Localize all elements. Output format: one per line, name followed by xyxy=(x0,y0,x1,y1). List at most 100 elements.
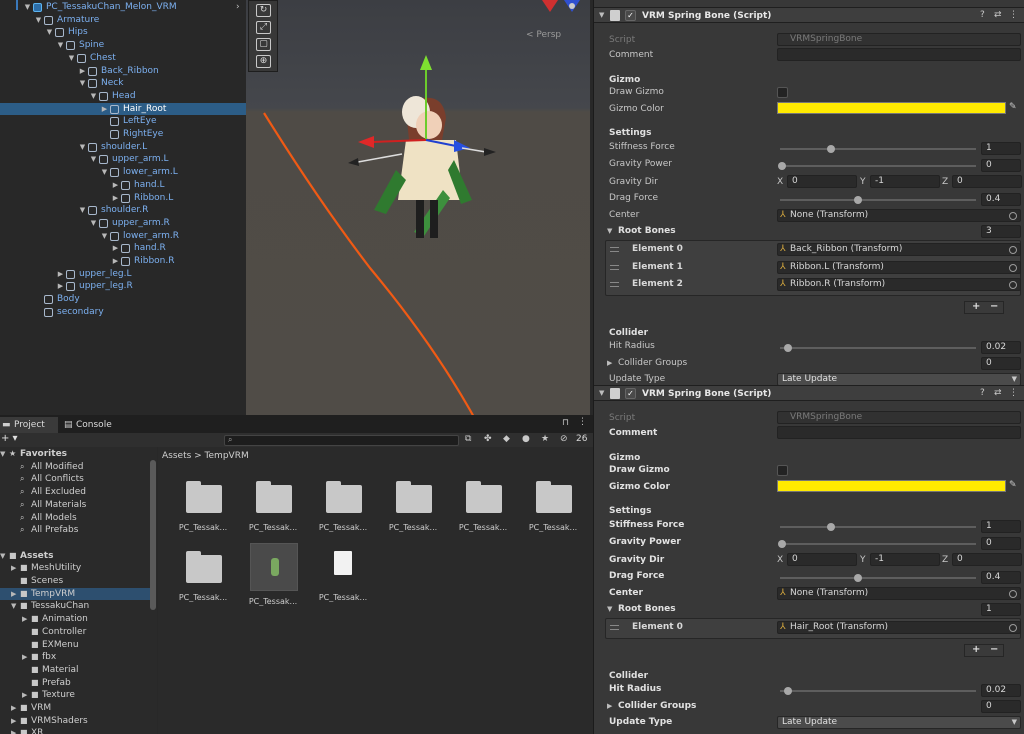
gizmo-color-field[interactable] xyxy=(777,102,1006,114)
hidden-packages-icon[interactable]: ⊘ xyxy=(560,434,568,444)
menu-icon[interactable]: ⋮ xyxy=(1009,388,1018,398)
gravity-dir-x-input[interactable]: 0 xyxy=(787,175,857,188)
slider-handle[interactable] xyxy=(854,574,863,582)
tab-project[interactable]: ▬ Project xyxy=(0,417,58,433)
collapse-arrow-icon[interactable]: ▶ xyxy=(11,588,16,601)
gravity-dir-z-input[interactable]: 0 xyxy=(952,175,1022,188)
collider-groups-size-input[interactable]: 0 xyxy=(981,699,1021,713)
project-tree-item[interactable]: ▼ ■ Assets xyxy=(0,550,150,563)
component-header[interactable]: ▼ ✓ VRM Spring Bone (Script)? ⇄ ⋮ xyxy=(594,7,1024,23)
object-picker-icon[interactable] xyxy=(1009,590,1017,598)
gravity-power-input[interactable]: 0 xyxy=(981,159,1021,172)
slider-handle[interactable] xyxy=(827,523,835,531)
star-icon[interactable]: ★ xyxy=(541,434,549,444)
help-icon[interactable]: ? xyxy=(980,10,985,20)
collapse-arrow-icon[interactable]: ▼ xyxy=(599,389,604,397)
preset-icon[interactable]: ⇄ xyxy=(994,10,1002,20)
drag-handle-icon[interactable] xyxy=(610,264,619,270)
project-tree-item[interactable]: ■ EXMenu xyxy=(0,639,150,652)
drag-force-slider[interactable] xyxy=(780,574,976,582)
expand-arrow-icon[interactable]: ▼ xyxy=(0,550,5,563)
gizmo-color-field[interactable] xyxy=(777,480,1006,492)
asset-item[interactable]: PC_Tessak... xyxy=(310,547,376,613)
component-header[interactable]: ▼ ✓ VRM Spring Bone (Script)? ⇄ ⋮ xyxy=(594,385,1024,401)
asset-item[interactable]: PC_Tessak... xyxy=(450,477,516,543)
gravity-dir-x-input[interactable]: 0 xyxy=(787,553,857,566)
collider-groups-arrow-icon[interactable]: ▶ xyxy=(607,702,612,710)
add-element-button[interactable]: + xyxy=(972,644,980,655)
collapse-arrow-icon[interactable]: ▶ xyxy=(11,715,16,728)
object-picker-icon[interactable] xyxy=(1009,246,1017,254)
expand-arrow-icon[interactable]: ▼ xyxy=(0,448,5,461)
project-tree-item[interactable]: ▶ ■ TempVRM xyxy=(0,587,150,601)
collider-groups-arrow-icon[interactable]: ▶ xyxy=(607,359,612,367)
remove-element-button[interactable]: − xyxy=(990,301,998,312)
update-type-dropdown[interactable]: Late Update xyxy=(777,715,1021,729)
object-picker-icon[interactable] xyxy=(1009,263,1017,272)
asset-item[interactable]: PC_Tessak... xyxy=(310,477,376,543)
menu-icon[interactable]: ⋮ xyxy=(1009,10,1018,20)
add-button[interactable]: + ▾ xyxy=(1,433,18,444)
collapse-arrow-icon[interactable]: ▶ xyxy=(22,613,27,626)
element-field[interactable]: ⅄ Ribbon.L (Transform) xyxy=(777,260,1021,274)
project-tree-item[interactable]: ▶ ■ Texture xyxy=(0,689,150,702)
root-bones-arrow-icon[interactable]: ▼ xyxy=(607,227,612,235)
hit-radius-input[interactable]: 0.02 xyxy=(981,340,1021,354)
slider-handle[interactable] xyxy=(783,686,792,695)
info-icon[interactable]: ● xyxy=(522,434,530,444)
eyedropper-icon[interactable]: ✎ xyxy=(1009,480,1017,490)
gravity-power-slider[interactable] xyxy=(778,162,976,170)
filter-type-icon[interactable]: ⧉ xyxy=(465,434,471,444)
drag-handle-icon[interactable] xyxy=(610,625,619,630)
asset-item[interactable]: PC_Tessak... xyxy=(170,547,236,613)
slider-handle[interactable] xyxy=(854,196,863,204)
project-tree-item[interactable]: ⌕ All Modified xyxy=(0,461,150,474)
project-tree-item[interactable]: ▶ ■ XR xyxy=(0,727,150,734)
project-tree-item[interactable]: ▶ ■ Animation xyxy=(0,613,150,626)
project-tree-item[interactable]: ⌕ All Materials xyxy=(0,499,150,512)
collapse-arrow-icon[interactable]: ▶ xyxy=(22,689,27,702)
object-picker-icon[interactable] xyxy=(1009,624,1017,632)
gravity-power-slider[interactable] xyxy=(778,540,976,548)
drag-handle-icon[interactable] xyxy=(610,247,619,252)
asset-item[interactable]: PC_Tessak... xyxy=(520,477,586,543)
lock-icon[interactable]: ⊓ xyxy=(562,418,569,428)
comment-field[interactable] xyxy=(777,426,1021,439)
menu-icon[interactable]: ⋮ xyxy=(578,417,587,427)
eyedropper-icon[interactable]: ✎ xyxy=(1009,102,1017,112)
breadcrumb[interactable]: Assets > TempVRM xyxy=(162,451,249,461)
comment-field[interactable] xyxy=(777,48,1021,61)
stiffness-input[interactable]: 1 xyxy=(981,142,1021,155)
project-tree-item[interactable]: ▶ ■ VRMShaders xyxy=(0,715,150,728)
project-tree-item[interactable]: ▶ ■ fbx xyxy=(0,651,150,664)
tree-scrollbar[interactable] xyxy=(150,460,156,610)
drag-force-slider[interactable] xyxy=(780,196,976,204)
collapse-arrow-icon[interactable]: ▶ xyxy=(22,651,27,664)
asset-item[interactable]: PC_Tessak... xyxy=(240,477,306,543)
draw-gizmo-checkbox[interactable] xyxy=(777,87,788,98)
slider-handle[interactable] xyxy=(778,540,786,548)
collapse-arrow-icon[interactable]: ▶ xyxy=(11,702,16,715)
project-tree-item[interactable]: ▼ ■ TessakuChan xyxy=(0,600,150,613)
gravity-dir-z-input[interactable]: 0 xyxy=(952,553,1022,566)
tag-icon[interactable]: ◆ xyxy=(503,434,510,444)
object-picker-icon[interactable] xyxy=(1009,281,1017,289)
filter-label-icon[interactable]: ✤ xyxy=(484,434,492,444)
collapse-arrow-icon[interactable]: ▶ xyxy=(11,727,16,734)
add-element-button[interactable]: + xyxy=(972,301,980,312)
center-field[interactable]: ⅄ None (Transform) xyxy=(777,209,1021,222)
object-picker-icon[interactable] xyxy=(1009,212,1017,220)
preset-icon[interactable]: ⇄ xyxy=(994,388,1002,398)
project-tree-item[interactable]: ▼ ★ Favorites xyxy=(0,448,150,461)
project-tree-item[interactable]: ▶ ■ VRM xyxy=(0,702,150,715)
collapse-arrow-icon[interactable]: ▼ xyxy=(599,11,604,19)
stiffness-slider[interactable] xyxy=(780,145,976,153)
draw-gizmo-checkbox[interactable] xyxy=(777,465,788,476)
project-tree-item[interactable]: ■ Material xyxy=(0,664,150,677)
enabled-checkbox[interactable]: ✓ xyxy=(625,388,636,399)
tab-console[interactable]: ▤ Console xyxy=(62,417,122,433)
element-field[interactable]: ⅄ Ribbon.R (Transform) xyxy=(777,278,1021,291)
search-input[interactable]: ⌕ xyxy=(224,435,459,446)
asset-item[interactable]: PC_Tessak... xyxy=(240,543,306,613)
stiffness-input[interactable]: 1 xyxy=(981,520,1021,533)
